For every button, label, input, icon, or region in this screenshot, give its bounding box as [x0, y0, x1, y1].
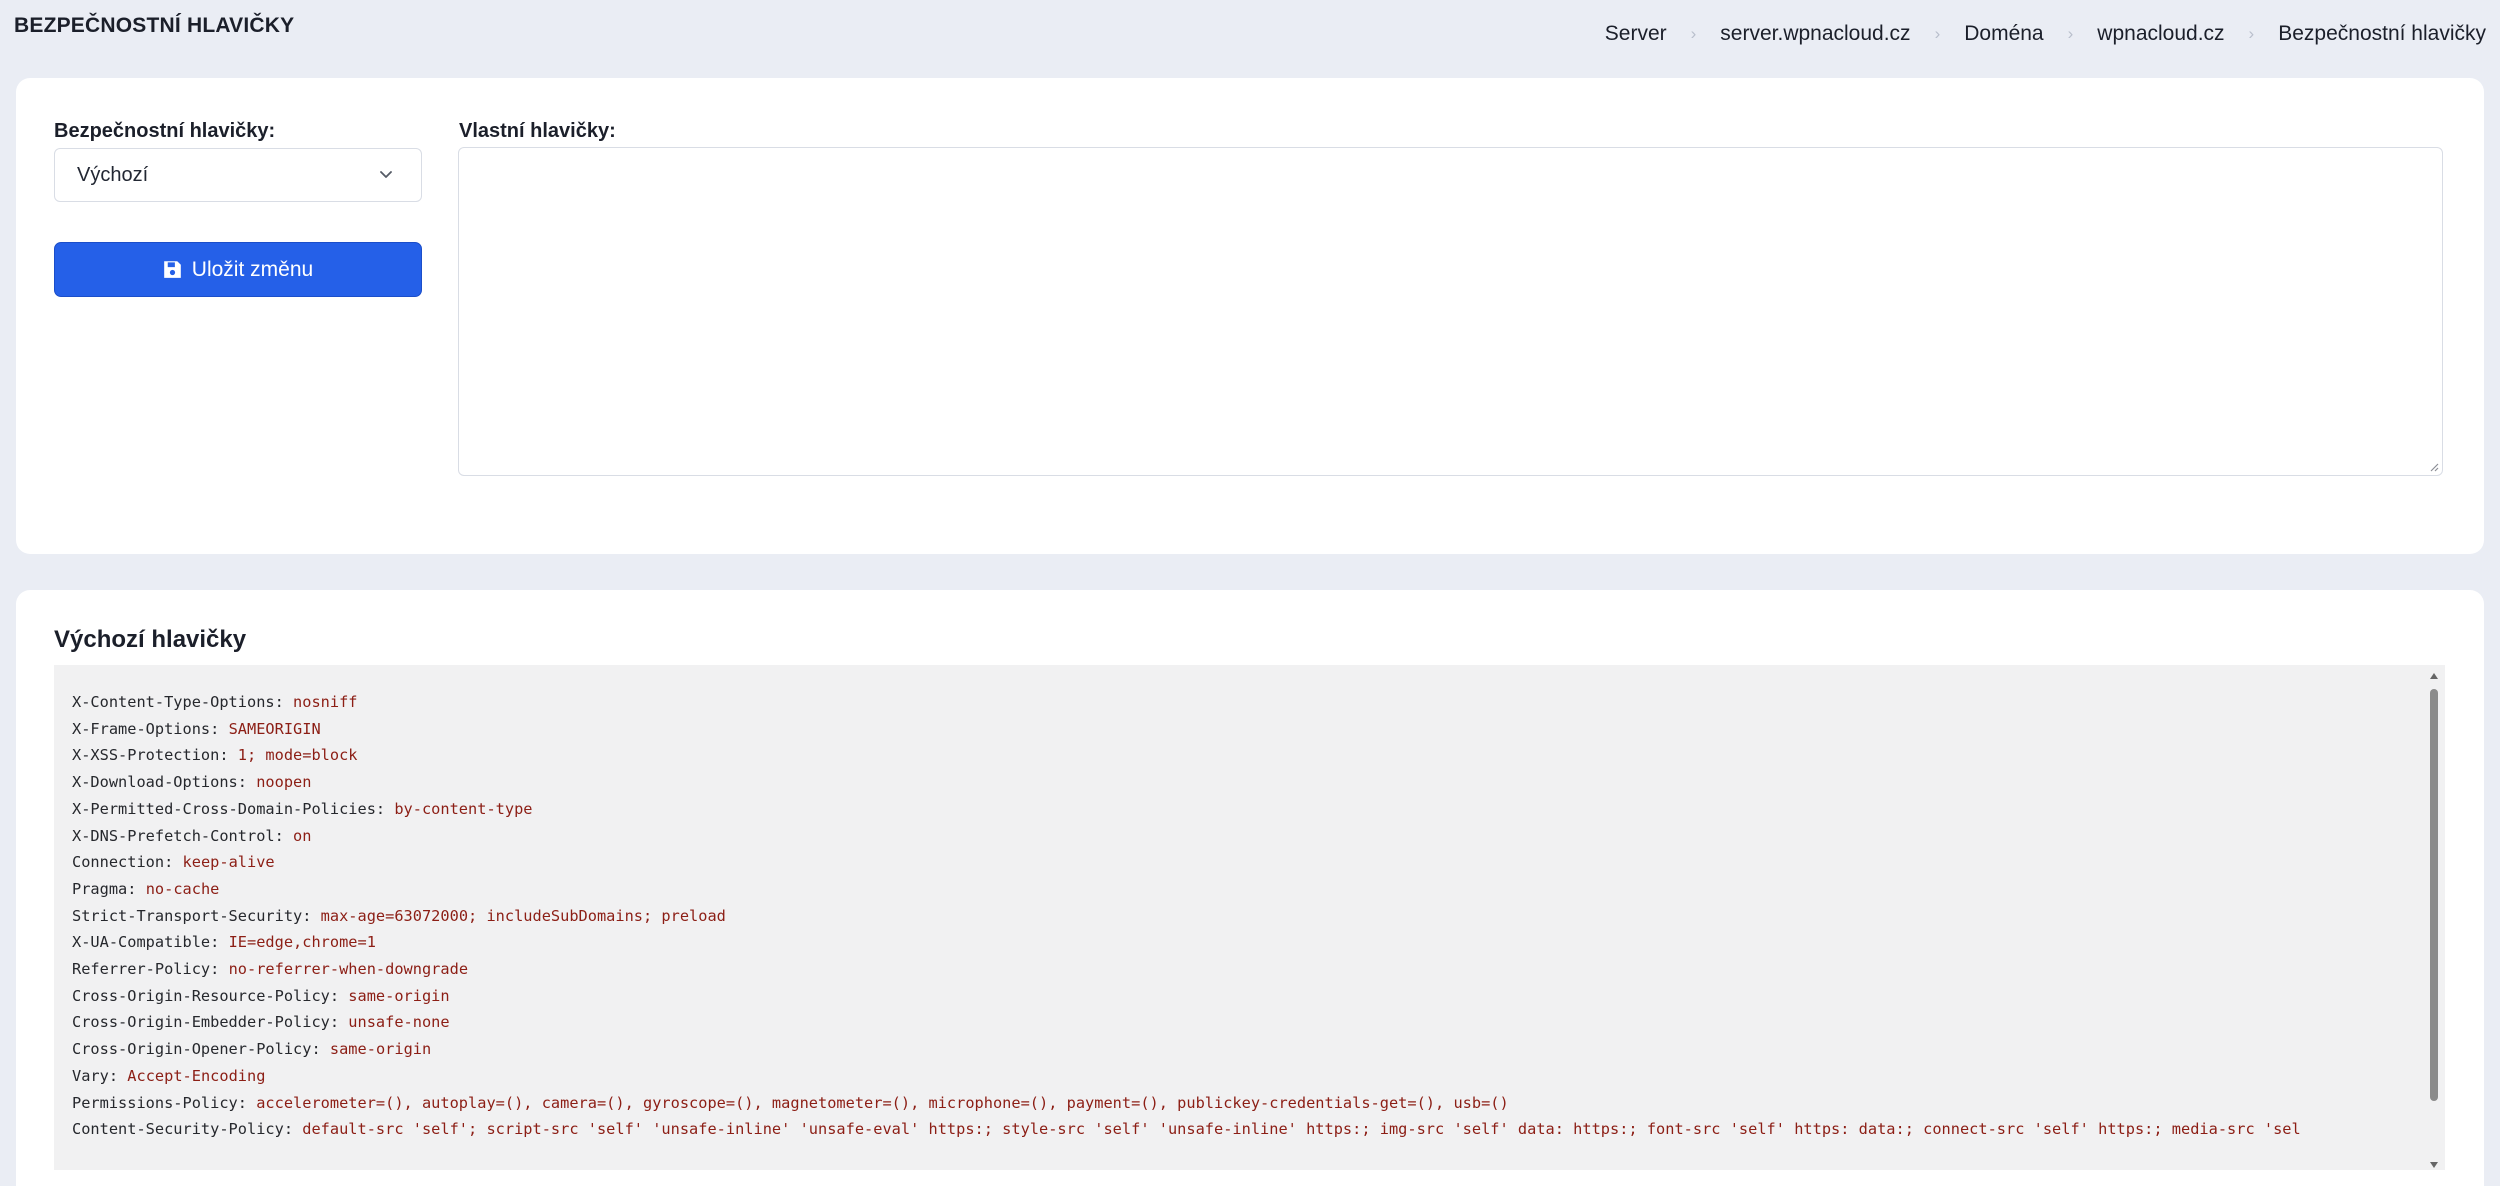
- breadcrumb-current: Bezpečnostní hlavičky: [2278, 22, 2486, 45]
- header-name: X-Permitted-Cross-Domain-Policies:: [72, 799, 386, 818]
- security-headers-value: Výchozí: [77, 163, 149, 186]
- default-headers-code[interactable]: X-Content-Type-Options: nosniff X-Frame-O…: [54, 665, 2445, 1170]
- breadcrumb-server-name[interactable]: server.wpnacloud.cz: [1720, 22, 1910, 46]
- code-line: Cross-Origin-Embedder-Policy: unsafe-non…: [72, 1009, 2301, 1036]
- code-line: X-XSS-Protection: 1; mode=block: [72, 742, 2301, 769]
- chevron-right-icon: ›: [1934, 24, 1941, 43]
- floppy-disk-icon: [163, 261, 181, 278]
- header-value: default-src 'self'; script-src 'self' 'u…: [302, 1120, 2301, 1139]
- code-line: Content-Security-Policy: default-src 'se…: [72, 1116, 2301, 1143]
- default-headers-card: Výchozí hlavičky X-Content-Type-Options:…: [16, 590, 2484, 1186]
- custom-headers-textarea[interactable]: [458, 147, 2443, 476]
- code-line: Referrer-Policy: no-referrer-when-downgr…: [72, 956, 2301, 983]
- header-name: Referrer-Policy:: [72, 960, 220, 979]
- header-value: no-cache: [145, 879, 220, 898]
- header-value: same-origin: [348, 986, 450, 1005]
- header-value: no-referrer-when-downgrade: [228, 960, 469, 979]
- code-line: X-Content-Type-Options: nosniff: [72, 689, 2301, 716]
- resize-handle-icon[interactable]: [2427, 460, 2439, 472]
- header-value: 1; mode=block: [237, 746, 358, 765]
- header-name: X-Frame-Options:: [72, 719, 220, 738]
- header-name: X-UA-Compatible:: [72, 933, 220, 952]
- header-name: Cross-Origin-Opener-Policy:: [72, 1040, 321, 1059]
- header-value: by-content-type: [394, 799, 533, 818]
- header-name: Vary:: [72, 1066, 119, 1085]
- header-value: on: [293, 826, 312, 845]
- scrollbar-thumb[interactable]: [2430, 689, 2438, 1101]
- code-line: Pragma: no-cache: [72, 876, 2301, 903]
- code-line: Strict-Transport-Security: max-age=63072…: [72, 903, 2301, 930]
- code-line: Permissions-Policy: accelerometer=(), au…: [72, 1090, 2301, 1117]
- chevron-right-icon: ›: [2248, 24, 2255, 43]
- code-line: Connection: keep-alive: [72, 849, 2301, 876]
- header-value: IE=edge,chrome=1: [228, 933, 376, 952]
- header-name: X-XSS-Protection:: [72, 746, 229, 765]
- header-name: X-Content-Type-Options:: [72, 693, 284, 711]
- chevron-right-icon: ›: [2067, 24, 2074, 43]
- header-value: keep-alive: [182, 853, 275, 872]
- header-name: Cross-Origin-Embedder-Policy:: [72, 1013, 340, 1032]
- code-line: Cross-Origin-Resource-Policy: same-origi…: [72, 983, 2301, 1010]
- header-name: X-Download-Options:: [72, 773, 247, 792]
- code-line: Vary: Accept-Encoding: [72, 1063, 2301, 1090]
- breadcrumb-domain-name[interactable]: wpnacloud.cz: [2097, 22, 2224, 46]
- code-line: X-Download-Options: noopen: [72, 769, 2301, 796]
- page-title: BEZPEČNOSTNÍ HLAVIČKY: [14, 14, 295, 37]
- header-name: Content-Security-Policy:: [72, 1120, 294, 1139]
- chevron-right-icon: ›: [1690, 24, 1697, 43]
- scrollbar[interactable]: [2427, 673, 2441, 1168]
- header-name: Pragma:: [72, 879, 137, 898]
- security-headers-label: Bezpečnostní hlavičky:: [54, 120, 276, 142]
- header-name: Strict-Transport-Security:: [72, 906, 312, 925]
- code-lines: X-Content-Type-Options: nosniff X-Frame-O…: [72, 689, 2301, 1143]
- header-value: unsafe-none: [348, 1013, 450, 1032]
- default-headers-title: Výchozí hlavičky: [54, 626, 247, 653]
- header-value: max-age=63072000; includeSubDomains; pre…: [320, 906, 726, 925]
- header-value: SAMEORIGIN: [228, 719, 321, 738]
- header-value: nosniff: [293, 693, 358, 711]
- custom-headers-label: Vlastní hlavičky:: [459, 120, 616, 142]
- header-value: same-origin: [329, 1040, 432, 1059]
- code-line: X-DNS-Prefetch-Control: on: [72, 823, 2301, 850]
- code-line: X-UA-Compatible: IE=edge,chrome=1: [72, 929, 2301, 956]
- header-name: Cross-Origin-Resource-Policy:: [72, 986, 340, 1005]
- breadcrumb: Server › server.wpnacloud.cz › Doména › …: [1605, 22, 2486, 46]
- settings-card: Bezpečnostní hlavičky: Výchozí Uložit zm…: [16, 78, 2484, 554]
- save-button-label: Uložit změnu: [191, 257, 314, 281]
- code-line: Cross-Origin-Opener-Policy: same-origin: [72, 1036, 2301, 1063]
- header-value: accelerometer=(), autoplay=(), camera=()…: [256, 1093, 1509, 1112]
- code-line: X-Permitted-Cross-Domain-Policies: by-co…: [72, 796, 2301, 823]
- header-value: Accept-Encoding: [127, 1066, 266, 1085]
- chevron-down-icon: [380, 171, 392, 178]
- breadcrumb-domain[interactable]: Doména: [1964, 22, 2043, 46]
- header-name: Permissions-Policy:: [72, 1093, 247, 1112]
- header-name: Connection:: [72, 853, 174, 872]
- scroll-down-icon[interactable]: [2430, 1162, 2438, 1168]
- scroll-up-icon[interactable]: [2430, 673, 2438, 679]
- code-line: X-Frame-Options: SAMEORIGIN: [72, 716, 2301, 743]
- security-headers-select[interactable]: Výchozí: [54, 148, 422, 202]
- header-name: X-DNS-Prefetch-Control:: [72, 826, 284, 845]
- breadcrumb-server[interactable]: Server: [1605, 22, 1667, 46]
- save-button[interactable]: Uložit změnu: [54, 242, 422, 297]
- header-value: noopen: [256, 773, 312, 792]
